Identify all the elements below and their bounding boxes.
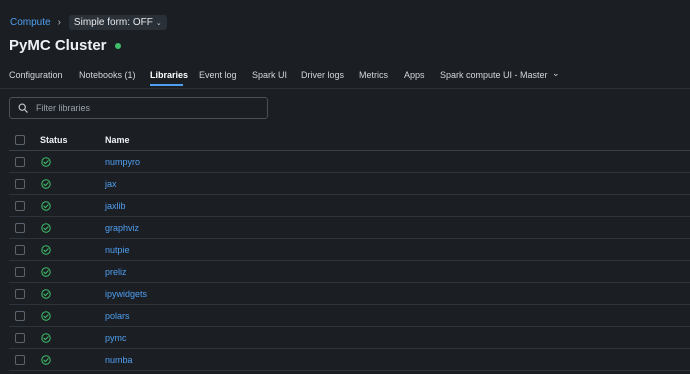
library-name-link[interactable]: graphviz — [105, 222, 139, 234]
page-title: PyMC Cluster — [9, 37, 107, 54]
check-circle-icon — [41, 288, 51, 299]
row-checkbox[interactable] — [15, 266, 25, 277]
title-row: PyMC Cluster — [9, 37, 121, 54]
library-name-link[interactable]: nutpie — [105, 244, 130, 256]
table-row: numpyro — [9, 151, 690, 173]
table-row: preliz — [9, 261, 690, 283]
table-row: graphviz — [9, 217, 690, 239]
breadcrumb-separator: › — [57, 17, 61, 28]
check-circle-icon — [41, 178, 51, 189]
table-row: jax — [9, 173, 690, 195]
tab-notebooks[interactable]: Notebooks (1) — [79, 70, 136, 80]
row-checkbox[interactable] — [15, 332, 25, 343]
tab-configuration[interactable]: Configuration — [9, 70, 63, 80]
library-name-link[interactable]: pymc — [105, 332, 127, 344]
check-circle-icon — [41, 200, 51, 211]
search-icon — [18, 103, 28, 113]
table-row: nutpie — [9, 239, 690, 261]
tab-spark-ui[interactable]: Spark UI — [252, 70, 287, 80]
library-name-link[interactable]: numba — [105, 354, 133, 366]
library-name-link[interactable]: polars — [105, 310, 130, 322]
check-circle-icon — [41, 332, 51, 343]
tab-driver-logs[interactable]: Driver logs — [301, 70, 344, 80]
row-checkbox[interactable] — [15, 222, 25, 233]
tab-bar-divider — [0, 88, 690, 89]
select-all-checkbox[interactable] — [15, 135, 25, 145]
table-body: numpyro jax jaxlib graphviz nutpie preliz ipyw… — [9, 151, 690, 371]
row-checkbox[interactable] — [15, 310, 25, 321]
row-checkbox[interactable] — [15, 156, 25, 167]
table-row: ipywidgets — [9, 283, 690, 305]
table-row: numba — [9, 349, 690, 371]
breadcrumb-compute-link[interactable]: Compute — [10, 17, 51, 28]
tab-libraries[interactable]: Libraries — [150, 70, 188, 80]
simple-form-toggle[interactable]: Simple form: OFF ⌄ — [68, 15, 167, 30]
filter-libraries-box[interactable] — [9, 97, 268, 119]
breadcrumb: Compute › Simple form: OFF ⌄ — [10, 15, 167, 30]
library-name-link[interactable]: jaxlib — [105, 200, 126, 212]
library-name-link[interactable]: jax — [105, 178, 117, 190]
row-checkbox[interactable] — [15, 200, 25, 211]
check-circle-icon — [41, 266, 51, 277]
chevron-down-icon: ⌄ — [155, 19, 162, 27]
libraries-table: Status Name numpyro jax jaxlib graphviz nutp… — [9, 130, 690, 371]
filter-libraries-input[interactable] — [34, 102, 248, 114]
table-header-row: Status Name — [9, 130, 690, 151]
row-checkbox[interactable] — [15, 288, 25, 299]
name-column-header[interactable]: Name — [105, 135, 130, 145]
cluster-status-indicator — [114, 43, 121, 49]
row-checkbox[interactable] — [15, 354, 25, 365]
check-circle-icon — [41, 244, 51, 255]
table-row: polars — [9, 305, 690, 327]
status-column-header[interactable]: Status — [40, 135, 68, 145]
table-row: jaxlib — [9, 195, 690, 217]
tab-metrics[interactable]: Metrics — [359, 70, 388, 80]
check-circle-icon — [41, 310, 51, 321]
library-name-link[interactable]: preliz — [105, 266, 127, 278]
library-name-link[interactable]: ipywidgets — [105, 288, 147, 300]
row-checkbox[interactable] — [15, 178, 25, 189]
check-circle-icon — [41, 222, 51, 233]
tab-spark-compute-ui-master[interactable]: Spark compute UI - Master — [440, 70, 548, 80]
table-row: pymc — [9, 327, 690, 349]
library-name-link[interactable]: numpyro — [105, 156, 140, 168]
row-checkbox[interactable] — [15, 244, 25, 255]
simple-form-label: Simple form: OFF — [73, 17, 153, 28]
chevron-down-icon[interactable]: ⌄ — [552, 68, 560, 79]
tab-apps[interactable]: Apps — [404, 70, 425, 80]
check-circle-icon — [41, 354, 51, 365]
tab-event-log[interactable]: Event log — [199, 70, 237, 80]
active-tab-indicator — [150, 84, 183, 86]
check-circle-icon — [41, 156, 51, 167]
